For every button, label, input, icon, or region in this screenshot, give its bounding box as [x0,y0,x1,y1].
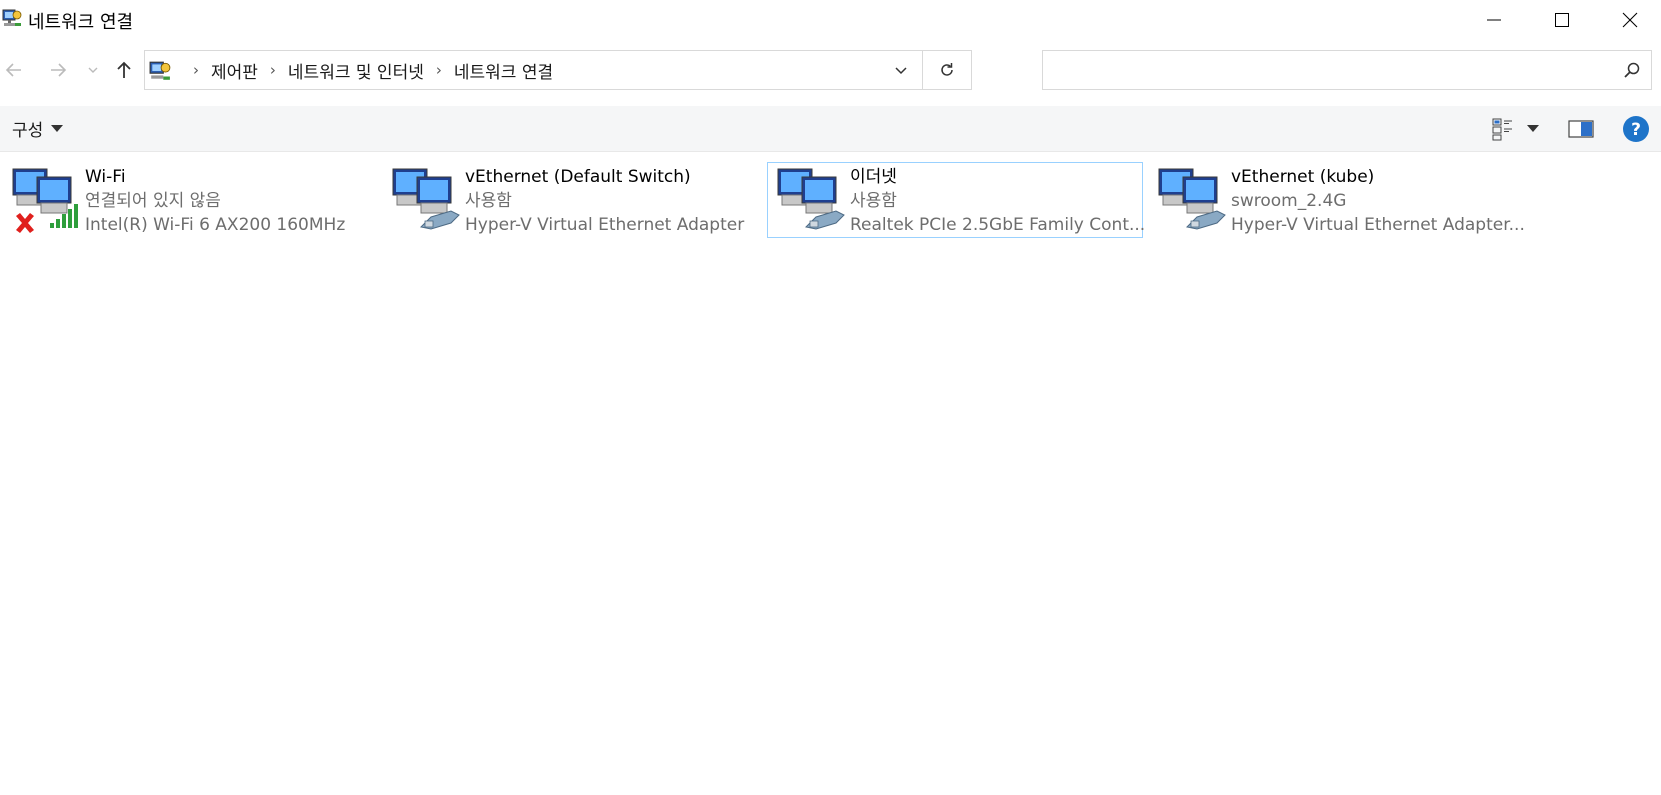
preview-pane-button[interactable] [1566,114,1596,144]
change-view-button[interactable] [1486,114,1546,144]
arrow-right-icon [51,63,67,77]
signal-strength-icon [50,204,78,228]
window-title: 네트워크 연결 [28,12,134,33]
search-input[interactable] [1049,53,1613,89]
minimize-button[interactable] [1460,0,1528,40]
arrow-left-icon [5,63,21,77]
network-adapter-icon [777,168,845,230]
connection-item-vethernet-kube[interactable]: vEthernet (kube) swroom_2.4G Hyper-V Vir… [1148,162,1528,238]
arrow-up-icon [117,61,131,78]
address-bar[interactable]: › 제어판 › 네트워크 및 인터넷 › 네트워크 연결 [144,50,972,90]
disconnected-x-icon [16,213,34,233]
connection-name: 이더넷 [850,167,897,187]
breadcrumb-separator-icon[interactable]: › [436,61,442,79]
network-adapter-icon [1158,168,1226,230]
connection-text: Wi-Fi 연결되어 있지 않음 Intel(R) Wi-Fi 6 AX200 … [85,165,345,237]
connection-name: Wi-Fi [85,167,126,187]
connection-status: 사용함 [465,191,512,211]
connection-text: vEthernet (Default Switch) 사용함 Hyper-V V… [465,165,744,237]
help-icon: ? [1623,116,1649,142]
connection-item-wifi[interactable]: Wi-Fi 연결되어 있지 않음 Intel(R) Wi-Fi 6 AX200 … [2,162,382,238]
svg-text:?: ? [1631,120,1641,140]
connection-device: Hyper-V Virtual Ethernet Adapter [465,215,745,235]
connection-device: Realtek PCIe 2.5GbE Family Cont... [850,215,1146,235]
breadcrumb-control-panel[interactable]: 제어판 [211,58,258,83]
network-adapter-icon [392,168,460,230]
title-bar: 네트워크 연결 [0,0,1661,40]
up-button[interactable] [112,58,136,82]
maximize-icon [1555,13,1569,27]
connection-device: Hyper-V Virtual Ethernet Adapter... [1231,215,1525,235]
search-box[interactable] [1042,50,1652,90]
connection-text: vEthernet (kube) swroom_2.4G Hyper-V Vir… [1231,165,1525,237]
breadcrumb-separator-icon[interactable]: › [193,61,199,79]
close-button[interactable] [1596,0,1661,40]
view-options-icon [1492,118,1512,141]
back-button[interactable] [2,58,26,82]
connection-status: swroom_2.4G [1231,191,1347,211]
connection-status: 연결되어 있지 않음 [85,191,221,211]
connection-device: Intel(R) Wi-Fi 6 AX200 160MHz [85,215,346,235]
network-connections-icon [149,61,171,80]
navigation-bar: › 제어판 › 네트워크 및 인터넷 › 네트워크 연결 [0,46,1661,94]
maximize-button[interactable] [1528,0,1596,40]
address-dropdown-button[interactable] [881,51,921,89]
breadcrumb: › 제어판 › 네트워크 및 인터넷 › 네트워크 연결 [181,51,553,89]
recent-locations-button[interactable] [82,58,104,82]
search-icon[interactable] [1623,61,1641,79]
minimize-icon [1487,19,1501,21]
refresh-button[interactable] [923,51,971,89]
connection-item-ethernet[interactable]: 이더넷 사용함 Realtek PCIe 2.5GbE Family Cont.… [767,162,1145,238]
organize-label: 구성 [12,121,44,141]
breadcrumb-network-internet[interactable]: 네트워크 및 인터넷 [288,58,424,83]
connection-name: vEthernet (Default Switch) [465,167,691,187]
connection-name: vEthernet (kube) [1231,167,1375,187]
refresh-icon [941,63,953,76]
connection-text: 이더넷 사용함 Realtek PCIe 2.5GbE Family Cont.… [850,165,1145,237]
preview-pane-icon [1568,120,1594,138]
chevron-down-icon [895,67,907,75]
breadcrumb-network-connections[interactable]: 네트워크 연결 [454,58,553,83]
caret-down-icon [51,124,64,132]
connection-status: 사용함 [850,191,897,211]
chevron-down-icon [88,67,98,73]
breadcrumb-separator-icon[interactable]: › [270,61,276,79]
command-bar: 구성 ? [0,106,1661,152]
caret-down-icon [1527,125,1539,132]
connection-item-vethernet-default-switch[interactable]: vEthernet (Default Switch) 사용함 Hyper-V V… [382,162,762,238]
help-button[interactable]: ? [1620,114,1652,144]
organize-button[interactable]: 구성 [12,116,64,141]
forward-button[interactable] [46,58,70,82]
close-icon [1622,12,1638,28]
network-connections-icon [2,9,22,26]
